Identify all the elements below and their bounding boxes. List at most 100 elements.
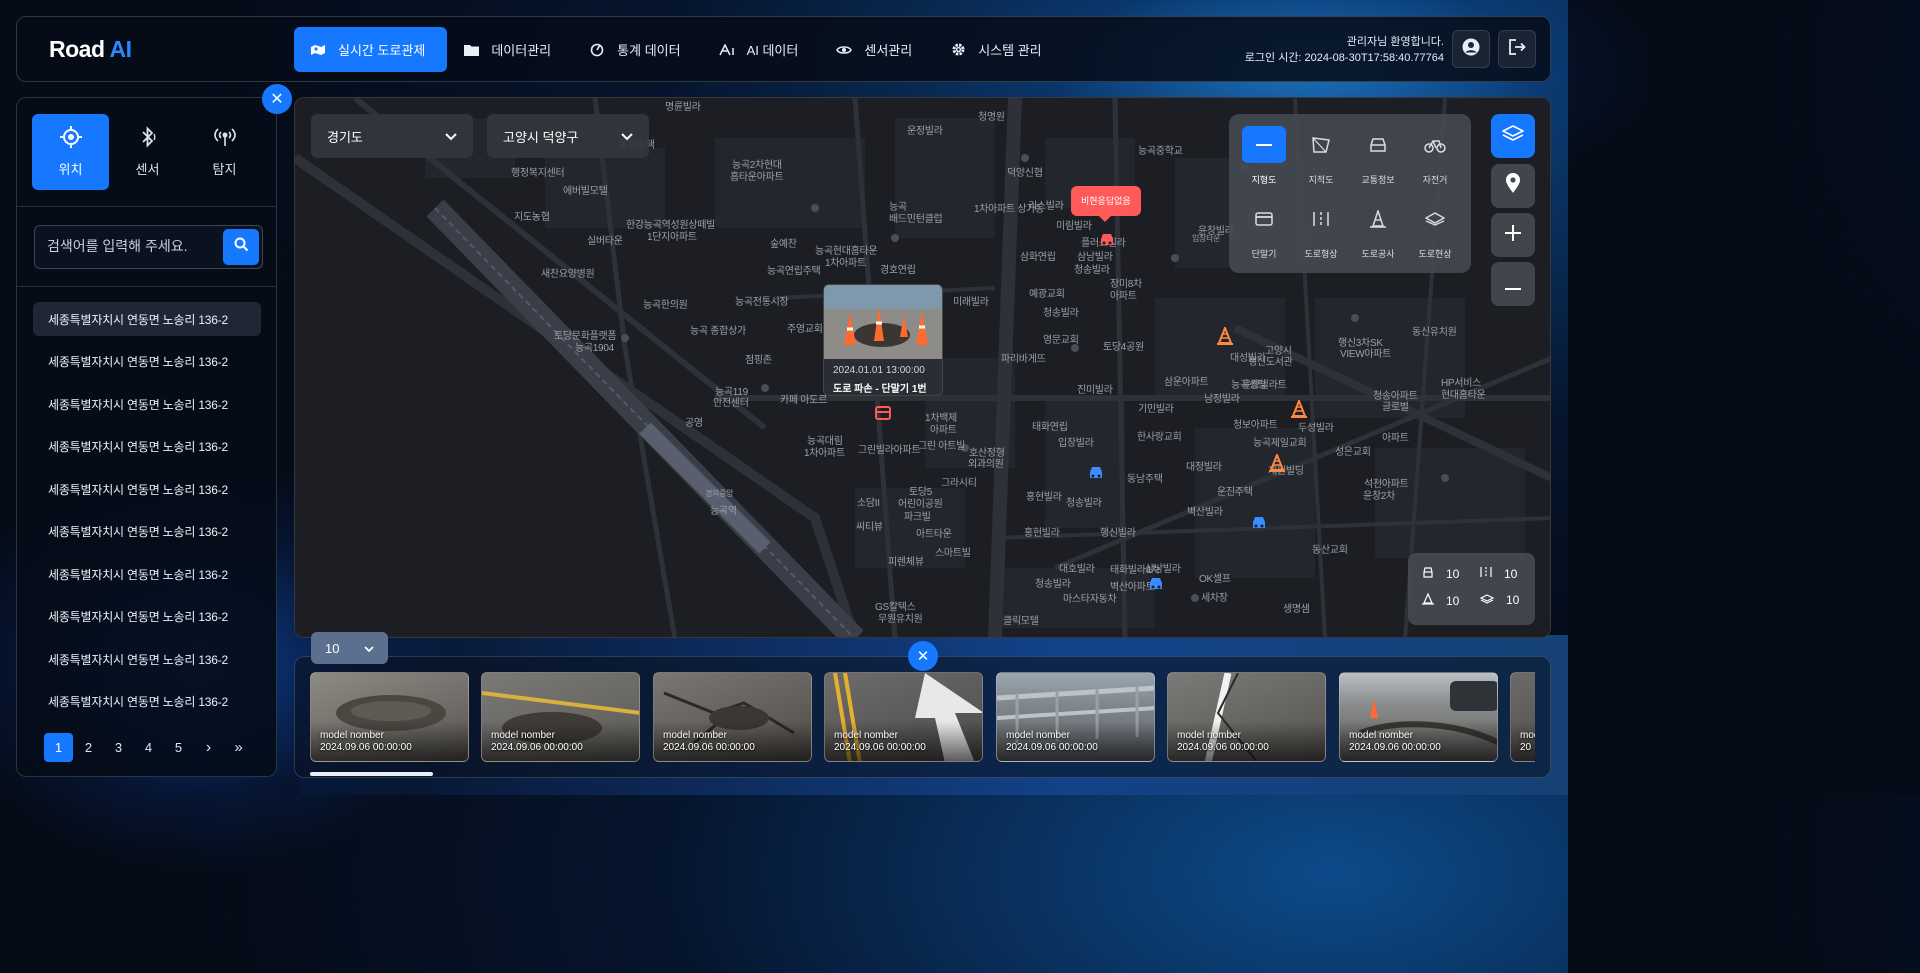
tab-sensor[interactable]: 센서 xyxy=(109,114,186,190)
layer-road-shape[interactable]: 도로형상 xyxy=(1298,200,1344,260)
minus-icon xyxy=(1504,270,1522,298)
thumbnail-card[interactable]: model nomber 2024.09.06 00:00:00 xyxy=(1339,672,1498,762)
map-label: 파리바게뜨 xyxy=(1001,354,1046,365)
construction-cone-marker[interactable] xyxy=(1269,452,1285,477)
layer-cadastral[interactable]: 지적도 xyxy=(1298,126,1344,186)
nav-label: 시스템 관리 xyxy=(978,43,1042,58)
district-select[interactable]: 고양시 덕양구 xyxy=(487,114,649,158)
list-item[interactable]: 세종특별자치시 연동면 노송리 136-2 xyxy=(33,430,261,464)
map-label: 덕양신협 xyxy=(1007,168,1043,179)
profile-button[interactable] xyxy=(1452,30,1490,68)
map-label: 배드민턴클럽 xyxy=(889,214,943,225)
zoom-out-button[interactable] xyxy=(1491,262,1535,306)
map-label: 청송빌라 xyxy=(1074,265,1110,276)
nav-statistics[interactable]: 통계 데이터 xyxy=(573,27,702,72)
map-label: 삼화연립 xyxy=(1020,252,1056,263)
page-3-button[interactable]: 3 xyxy=(104,733,133,762)
page-1-button[interactable]: 1 xyxy=(44,733,73,762)
map-label: 토당4공원 xyxy=(1103,342,1144,353)
layer-terminal[interactable]: 단말기 xyxy=(1241,200,1287,260)
date-text: 2024.09.06 00:00:00 xyxy=(1006,742,1098,753)
map-label: 씨티뷰 xyxy=(856,522,883,533)
cone-icon xyxy=(1422,592,1434,608)
strip-scrollbar[interactable] xyxy=(310,772,1535,776)
list-item[interactable]: 세종특별자치시 연동면 노송리 136-2 xyxy=(33,515,261,549)
event-title: 도로 파손 - 단말기 1번 xyxy=(833,384,927,395)
road-surface-icon xyxy=(1413,200,1457,237)
app-logo[interactable]: Road AI xyxy=(49,36,132,63)
page-5-button[interactable]: 5 xyxy=(164,733,193,762)
thumbnail-card[interactable]: model nomber 2024.09.06 00:00:00 xyxy=(1167,672,1326,762)
thumbnail-caption: model nomber 2024.09.06 00:00:00 xyxy=(1177,730,1269,754)
search-box xyxy=(34,225,263,269)
list-item[interactable]: 세종특별자치시 연동면 노송리 136-2 xyxy=(33,387,261,421)
nav-sensor-management[interactable]: 센서관리 xyxy=(820,27,934,72)
list-item[interactable]: 세종특별자치시 연동면 노송리 136-2 xyxy=(33,472,261,506)
map-label: 능곡 종합상가 xyxy=(690,326,746,337)
map-label: 그라시티 xyxy=(941,478,977,489)
tab-location[interactable]: 위치 xyxy=(32,114,109,190)
vehicle-marker[interactable] xyxy=(1087,464,1105,487)
vehicle-marker[interactable] xyxy=(1147,575,1165,598)
event-popup[interactable]: 2024.01.01 13:00:00 도로 파손 - 단말기 1번 xyxy=(823,284,943,396)
layer-traffic[interactable]: 교통정보 xyxy=(1355,126,1401,186)
vehicle-alert-marker[interactable] xyxy=(1098,231,1116,254)
scrollbar-thumb[interactable] xyxy=(310,772,433,776)
nav-label: AI 데이터 xyxy=(746,43,799,58)
thumbnail-card[interactable]: mod20 xyxy=(1510,672,1535,762)
next-page-button[interactable]: › xyxy=(194,733,223,762)
my-location-button[interactable] xyxy=(1491,164,1535,208)
thumbnail-card[interactable]: model nomber 2024.09.06 00:00:00 xyxy=(824,672,983,762)
nav-ai-data[interactable]: AI 데이터 xyxy=(703,27,821,72)
top-header: Road AI 실시간 도로관제 데이터관리 통계 데이터 AI 데이터 센서관… xyxy=(16,16,1551,82)
close-sidebar-button[interactable]: ✕ xyxy=(262,84,292,114)
nav-system-management[interactable]: 시스템 관리 xyxy=(934,27,1063,72)
thumbnail-card[interactable]: model nomber 2024.09.06 00:00:00 xyxy=(653,672,812,762)
list-item[interactable]: 세종특별자치시 연동면 노송리 136-2 xyxy=(33,600,261,634)
list-item[interactable]: 세종특별자치시 연동면 노송리 136-2 xyxy=(33,302,261,336)
layer-label: 교통정보 xyxy=(1361,175,1395,185)
layer-road-phenomenon[interactable]: 도로현상 xyxy=(1412,200,1458,260)
count-select[interactable]: 10 xyxy=(311,632,388,664)
layer-bicycle[interactable]: 자전거 xyxy=(1412,126,1458,186)
thumbnail-list: model nomber 2024.09.06 00:00:00 model no… xyxy=(310,672,1535,762)
construction-cone-marker[interactable] xyxy=(1217,325,1233,350)
list-item[interactable]: 세종특별자치시 연동면 노송리 136-2 xyxy=(33,685,261,719)
layer-terrain[interactable]: 지형도 xyxy=(1241,126,1287,186)
thumbnail-card[interactable]: model nomber 2024.09.06 00:00:00 xyxy=(996,672,1155,762)
close-icon: ✕ xyxy=(270,91,284,108)
chevron-down-icon xyxy=(364,641,374,656)
construction-cone-marker[interactable] xyxy=(1291,398,1307,423)
road-lanes-icon xyxy=(1480,566,1492,581)
layers-toggle-button[interactable] xyxy=(1491,114,1535,158)
logout-button[interactable] xyxy=(1498,30,1536,68)
map-label: 진미빌라 xyxy=(1077,385,1113,396)
nav-realtime-control[interactable]: 실시간 도로관제 xyxy=(294,27,448,72)
map-label: 아파트 xyxy=(930,425,957,436)
zoom-in-button[interactable] xyxy=(1491,213,1535,257)
thumbnail-card[interactable]: model nomber 2024.09.06 00:00:00 xyxy=(310,672,469,762)
date-text: 20 xyxy=(1520,742,1532,753)
vehicle-marker[interactable] xyxy=(1250,514,1268,537)
map-view[interactable]: 명륜빌라 운정빌라 청명원 덕양신협 리스빌라 능곡중학교 지도농협 실버타운 … xyxy=(294,97,1551,638)
model-text: model nomber xyxy=(320,730,384,741)
thumbnail-card[interactable]: model nomber 2024.09.06 00:00:00 xyxy=(481,672,640,762)
last-page-button[interactable]: » xyxy=(224,733,253,762)
list-item[interactable]: 세종특별자치시 연동면 노송리 136-2 xyxy=(33,557,261,591)
address-list: 세종특별자치시 연동면 노송리 136-2 세종특별자치시 연동면 노송리 13… xyxy=(33,302,261,727)
layer-road-construction[interactable]: 도로공사 xyxy=(1355,200,1401,260)
list-item[interactable]: 세종특별자치시 연동면 노송리 136-2 xyxy=(33,642,261,676)
page-4-button[interactable]: 4 xyxy=(134,733,163,762)
close-strip-button[interactable]: ✕ xyxy=(908,641,938,671)
search-input[interactable] xyxy=(47,238,217,254)
page-2-button[interactable]: 2 xyxy=(74,733,103,762)
nav-data-management[interactable]: 데이터관리 xyxy=(447,27,573,72)
tab-detection[interactable]: 탐지 xyxy=(186,114,263,190)
list-item[interactable]: 세종특별자치시 연동면 노송리 136-2 xyxy=(33,345,261,379)
model-text: model nomber xyxy=(1349,730,1413,741)
region-select[interactable]: 경기도 xyxy=(311,114,473,158)
search-button[interactable] xyxy=(223,229,259,265)
map-label: 주영교회 xyxy=(787,324,823,335)
map-label: 홈타운아파트 xyxy=(730,172,784,183)
terminal-marker[interactable] xyxy=(875,406,891,425)
